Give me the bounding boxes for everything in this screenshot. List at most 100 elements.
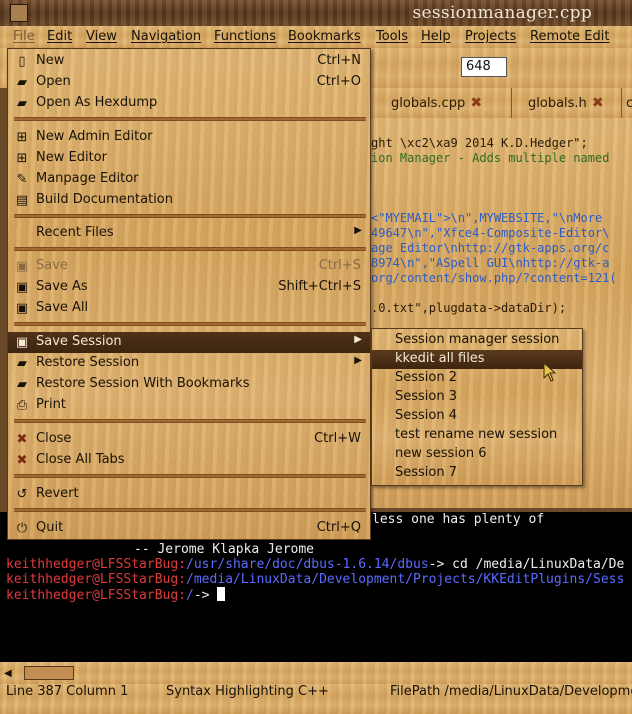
save-all-icon: ▣ [15, 301, 29, 316]
file-menu: ▯ New Ctrl+N ▰ Open Ctrl+O ▰ Open As Hex… [7, 48, 371, 540]
menu-functions[interactable]: Functions [214, 29, 276, 44]
code-line: 49647\n","Xfce4-Composite-Editor\ [371, 226, 610, 240]
title-bar[interactable]: sessionmanager.cpp [0, 0, 632, 26]
tab-partial[interactable]: c [622, 88, 632, 118]
terminal-cursor [217, 587, 226, 601]
status-filepath: FilePath /media/LinuxData/Developme [390, 684, 632, 699]
menu-separator [14, 322, 366, 326]
menu-separator [14, 117, 366, 121]
menu-item-manpage-editor[interactable]: ✎ Manpage Editor [8, 169, 370, 190]
menu-item-revert[interactable]: ↺ Revert [8, 484, 370, 505]
menu-separator [14, 508, 366, 512]
terminal-line: keithhedger@LFSStarBug:/-> [6, 587, 226, 603]
window-title: sessionmanager.cpp [412, 3, 592, 23]
save-as-icon: ▣ [15, 280, 29, 295]
close-icon: ✖ [16, 432, 28, 447]
close-tab-icon[interactable]: ✖ [591, 96, 605, 110]
menu-bar: File Edit View Navigation Functions Book… [0, 26, 632, 48]
menu-item-save-as[interactable]: ▣ Save As Shift+Ctrl+S [8, 277, 370, 298]
menu-item-save-all[interactable]: ▣ Save All [8, 298, 370, 319]
code-line: 8974\n","ASpell GUI\nhttp://gtk-a [371, 256, 610, 270]
code-line: .0.txt",plugdata->dataDir); [371, 301, 567, 315]
menu-view[interactable]: View [86, 29, 117, 44]
tab-label: c [626, 95, 632, 111]
status-position: Line 387 Column 1 [6, 684, 129, 699]
mouse-pointer-icon [543, 362, 557, 382]
close-all-icon: ✖ [16, 453, 28, 468]
menu-item-open[interactable]: ▰ Open Ctrl+O [8, 72, 370, 93]
menu-item-close-all-tabs[interactable]: ✖ Close All Tabs [8, 450, 370, 471]
code-line: ion Manager - Adds multiple named [371, 151, 610, 165]
menu-item-quit[interactable]: ⏻ Quit Ctrl+Q [8, 518, 370, 539]
menu-item-new[interactable]: ▯ New Ctrl+N [8, 51, 370, 72]
menu-item-new-admin-editor[interactable]: ⊞ New Admin Editor [8, 127, 370, 148]
tab-label: globals.cpp [391, 95, 466, 111]
menu-item-build-documentation[interactable]: ▤ Build Documentation [8, 190, 370, 211]
admin-editor-icon: ⊞ [16, 130, 28, 145]
save-icon: ▣ [15, 259, 29, 274]
tab-bar: globals.cpp ✖ globals.h ✖ c [371, 88, 632, 118]
goto-line-input[interactable]: 648 [461, 57, 507, 77]
menu-bookmarks[interactable]: Bookmarks [288, 29, 361, 44]
scrollbar-thumb[interactable] [24, 666, 74, 680]
menu-file[interactable]: File [13, 29, 35, 44]
close-tab-icon[interactable]: ✖ [469, 96, 483, 110]
submenu-arrow-icon: ▶ [354, 355, 362, 366]
tab-globals-h[interactable]: globals.h ✖ [512, 88, 622, 118]
menu-navigation[interactable]: Navigation [131, 29, 201, 44]
print-icon: ⎙ [16, 398, 28, 413]
status-syntax: Syntax Highlighting C++ [166, 684, 329, 699]
submenu-arrow-icon: ▶ [354, 334, 362, 345]
menu-item-restore-session-bookmarks[interactable]: ▰ Restore Session With Bookmarks [8, 374, 370, 395]
session-item[interactable]: new session 6 [372, 445, 582, 464]
session-item[interactable]: Session 3 [372, 388, 582, 407]
code-line: org/content/show.php/?content=121( [371, 271, 617, 285]
menu-edit[interactable]: Edit [47, 29, 72, 44]
menu-separator [14, 474, 366, 478]
open-folder-icon: ▰ [17, 96, 27, 111]
scroll-left-arrow-icon[interactable]: ◀ [4, 668, 20, 682]
revert-icon: ↺ [16, 487, 28, 502]
menu-remote-edit[interactable]: Remote Edit [530, 29, 609, 44]
terminal-line: keithhedger@LFSStarBug:/usr/share/doc/db… [6, 557, 625, 572]
status-bar: Line 387 Column 1 Syntax Highlighting C+… [0, 684, 632, 714]
save-session-submenu: Session manager session kkedit all files… [371, 328, 583, 486]
restore-bookmarks-icon: ▰ [17, 377, 27, 392]
terminal-line: less one has plenty of [372, 512, 545, 527]
menu-projects[interactable]: Projects [465, 29, 516, 44]
menu-item-restore-session[interactable]: ▰ Restore Session ▶ [8, 353, 370, 374]
menu-separator [14, 419, 366, 423]
open-folder-icon: ▰ [17, 75, 27, 90]
session-item[interactable]: Session manager session [372, 331, 582, 350]
menu-tools[interactable]: Tools [376, 29, 408, 44]
new-document-icon: ▯ [18, 54, 26, 69]
code-line: <"MYEMAIL">\n",MYWEBSITE,"\nMore [371, 211, 603, 225]
save-session-icon: ▣ [15, 335, 29, 350]
terminal-line: -- Jerome Klapka Jerome [134, 542, 315, 557]
session-item[interactable]: test rename new session [372, 426, 582, 445]
submenu-arrow-icon: ▶ [354, 225, 362, 236]
menu-separator [14, 214, 366, 218]
quit-icon: ⏻ [16, 521, 28, 536]
menu-item-save-session[interactable]: ▣ Save Session ▶ [8, 332, 370, 353]
code-line: age Editor\nhttp://gtk-apps.org/c [371, 241, 610, 255]
menu-item-open-hexdump[interactable]: ▰ Open As Hexdump [8, 93, 370, 114]
horizontal-scrollbar[interactable] [0, 662, 632, 684]
manpage-editor-icon: ✎ [16, 172, 28, 187]
menu-item-new-editor[interactable]: ⊞ New Editor [8, 148, 370, 169]
menu-help[interactable]: Help [421, 29, 451, 44]
restore-session-icon: ▰ [17, 356, 27, 371]
editor-icon: ⊞ [16, 151, 28, 166]
menu-item-close[interactable]: ✖ Close Ctrl+W [8, 429, 370, 450]
menu-item-save[interactable]: ▣ Save Ctrl+S [8, 256, 370, 277]
tab-label: globals.h [528, 95, 587, 111]
session-item[interactable]: Session 4 [372, 407, 582, 426]
menu-item-recent-files[interactable]: Recent Files ▶ [8, 223, 370, 244]
documentation-icon: ▤ [15, 193, 29, 208]
code-line: ght \xc2\xa9 2014 K.D.Hedger"; [371, 136, 588, 150]
terminal-line: keithhedger@LFSStarBug:/media/LinuxData/… [6, 572, 625, 587]
session-item[interactable]: Session 7 [372, 464, 582, 483]
menu-separator [14, 247, 366, 251]
tab-globals-cpp[interactable]: globals.cpp ✖ [371, 88, 512, 118]
menu-item-print[interactable]: ⎙ Print [8, 395, 370, 416]
